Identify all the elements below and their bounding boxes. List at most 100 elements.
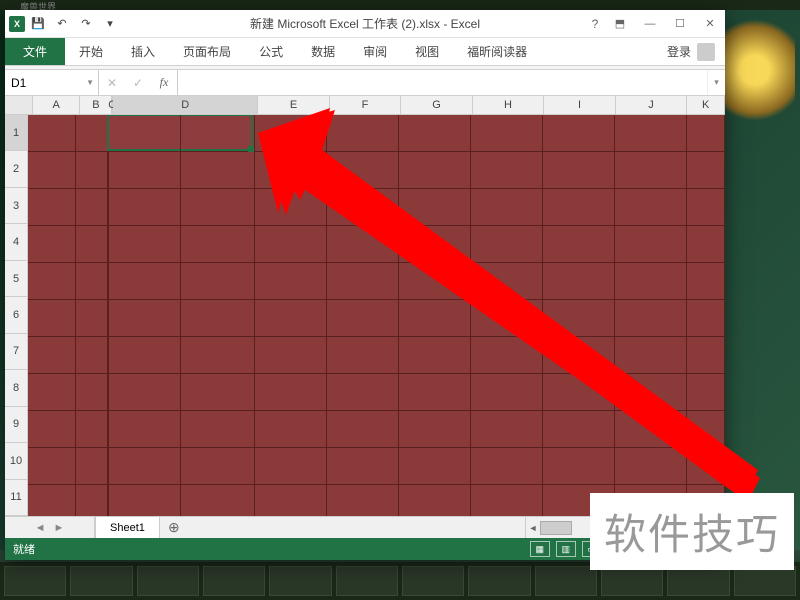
cell[interactable]	[615, 263, 687, 300]
cell[interactable]	[28, 374, 76, 411]
formula-input[interactable]	[184, 76, 701, 90]
cell[interactable]	[76, 337, 108, 374]
cell[interactable]	[327, 411, 399, 448]
row-header-4[interactable]: 4	[5, 224, 27, 260]
cells-area[interactable]	[28, 115, 725, 516]
sheet-tab[interactable]: Sheet1	[95, 516, 160, 538]
cell[interactable]	[543, 263, 615, 300]
cell[interactable]	[76, 448, 108, 485]
cell[interactable]	[28, 152, 76, 189]
tab-data[interactable]: 数据	[297, 38, 349, 65]
cancel-button[interactable]: ✕	[99, 76, 125, 90]
cell[interactable]	[28, 485, 76, 516]
name-box-input[interactable]	[11, 76, 92, 90]
row-header-10[interactable]: 10	[5, 443, 27, 479]
cell[interactable]	[543, 152, 615, 189]
cell[interactable]	[687, 374, 725, 411]
cell[interactable]	[615, 448, 687, 485]
cell[interactable]	[543, 448, 615, 485]
cell[interactable]	[687, 115, 725, 152]
sheet-nav-prev-button[interactable]: ◄	[35, 522, 46, 534]
login-link[interactable]: 登录	[667, 43, 691, 60]
cell[interactable]	[399, 448, 471, 485]
cell[interactable]	[255, 263, 327, 300]
cell[interactable]	[543, 374, 615, 411]
cell[interactable]	[399, 300, 471, 337]
column-header-k[interactable]: K	[687, 96, 725, 114]
cell[interactable]	[471, 115, 543, 152]
row-header-6[interactable]: 6	[5, 297, 27, 333]
cell[interactable]	[471, 189, 543, 226]
cell[interactable]	[471, 152, 543, 189]
cell[interactable]	[399, 115, 471, 152]
cell[interactable]	[543, 300, 615, 337]
tab-view[interactable]: 视图	[401, 38, 453, 65]
column-header-g[interactable]: G	[401, 96, 473, 114]
cell[interactable]	[687, 411, 725, 448]
cell[interactable]	[687, 189, 725, 226]
row-header-11[interactable]: 11	[5, 480, 27, 516]
tab-formulas[interactable]: 公式	[245, 38, 297, 65]
qat-undo-button[interactable]: ↶	[51, 13, 73, 35]
cell[interactable]	[76, 152, 108, 189]
tab-home[interactable]: 开始	[65, 38, 117, 65]
select-all-corner[interactable]	[5, 96, 33, 114]
cell[interactable]	[543, 189, 615, 226]
cell[interactable]	[28, 263, 76, 300]
tab-insert[interactable]: 插入	[117, 38, 169, 65]
cell[interactable]	[327, 226, 399, 263]
column-header-e[interactable]: E	[258, 96, 330, 114]
help-button[interactable]: ?	[585, 13, 605, 35]
cell[interactable]	[109, 300, 255, 337]
enter-button[interactable]: ✓	[125, 76, 151, 90]
cell[interactable]	[687, 337, 725, 374]
cell[interactable]	[399, 152, 471, 189]
cell[interactable]	[255, 152, 327, 189]
cell[interactable]	[109, 226, 255, 263]
cell[interactable]	[399, 485, 471, 516]
add-sheet-button[interactable]: ⊕	[160, 517, 188, 538]
cell[interactable]	[615, 411, 687, 448]
cell[interactable]	[255, 226, 327, 263]
cell[interactable]	[687, 300, 725, 337]
cell[interactable]	[327, 374, 399, 411]
cell[interactable]	[109, 189, 255, 226]
row-header-3[interactable]: 3	[5, 188, 27, 224]
cell[interactable]	[471, 448, 543, 485]
cell[interactable]	[471, 263, 543, 300]
cell[interactable]	[255, 115, 327, 152]
row-header-1[interactable]: 1	[5, 115, 27, 151]
cell[interactable]	[255, 485, 327, 516]
cell[interactable]	[543, 115, 615, 152]
cell[interactable]	[255, 411, 327, 448]
cell[interactable]	[255, 300, 327, 337]
cell[interactable]	[687, 152, 725, 189]
cell[interactable]	[327, 300, 399, 337]
sheet-nav-next-button[interactable]: ►	[54, 522, 65, 534]
cell[interactable]	[109, 263, 255, 300]
name-box-dropdown-icon[interactable]: ▼	[86, 78, 94, 87]
cell[interactable]	[327, 485, 399, 516]
qat-redo-button[interactable]: ↷	[75, 13, 97, 35]
cell[interactable]	[687, 263, 725, 300]
cell[interactable]	[327, 152, 399, 189]
column-header-d[interactable]: D	[113, 96, 258, 114]
cell[interactable]	[471, 337, 543, 374]
cell[interactable]	[327, 448, 399, 485]
cell[interactable]	[399, 189, 471, 226]
cell[interactable]	[471, 485, 543, 516]
scroll-left-icon[interactable]: ◄	[526, 517, 540, 538]
cell[interactable]	[109, 411, 255, 448]
cell[interactable]	[255, 189, 327, 226]
cell[interactable]	[687, 226, 725, 263]
cell[interactable]	[28, 448, 76, 485]
cell[interactable]	[109, 115, 255, 152]
cell[interactable]	[255, 374, 327, 411]
qat-save-button[interactable]: 💾	[27, 13, 49, 35]
cell[interactable]	[76, 115, 108, 152]
cell[interactable]	[76, 226, 108, 263]
cell[interactable]	[399, 226, 471, 263]
tab-foxit[interactable]: 福昕阅读器	[453, 38, 541, 65]
cell[interactable]	[76, 300, 108, 337]
cell[interactable]	[399, 411, 471, 448]
